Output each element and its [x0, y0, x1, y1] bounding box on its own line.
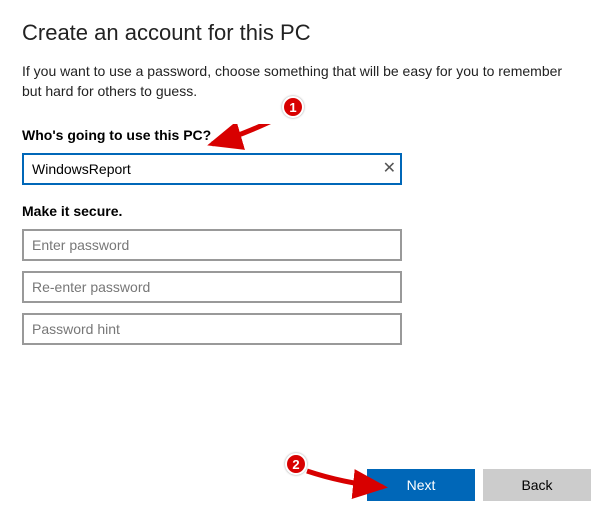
username-section-label: Who's going to use this PC?	[22, 127, 591, 143]
clear-icon[interactable]: ✕	[383, 161, 396, 177]
next-button[interactable]: Next	[367, 469, 475, 501]
password-confirm-input[interactable]	[22, 271, 402, 303]
username-input[interactable]	[22, 153, 402, 185]
secure-section-label: Make it secure.	[22, 203, 591, 219]
password-field-wrap	[22, 229, 402, 261]
username-field-wrap: ✕	[22, 153, 402, 185]
password-input[interactable]	[22, 229, 402, 261]
password-hint-input[interactable]	[22, 313, 402, 345]
password-confirm-field-wrap	[22, 271, 402, 303]
page-title: Create an account for this PC	[22, 20, 591, 46]
button-bar: Next Back	[367, 469, 591, 501]
back-button[interactable]: Back	[483, 469, 591, 501]
annotation-1-label: 1	[289, 100, 296, 115]
password-hint-field-wrap	[22, 313, 402, 345]
annotation-2-label: 2	[292, 457, 299, 472]
page-description: If you want to use a password, choose so…	[22, 62, 582, 101]
